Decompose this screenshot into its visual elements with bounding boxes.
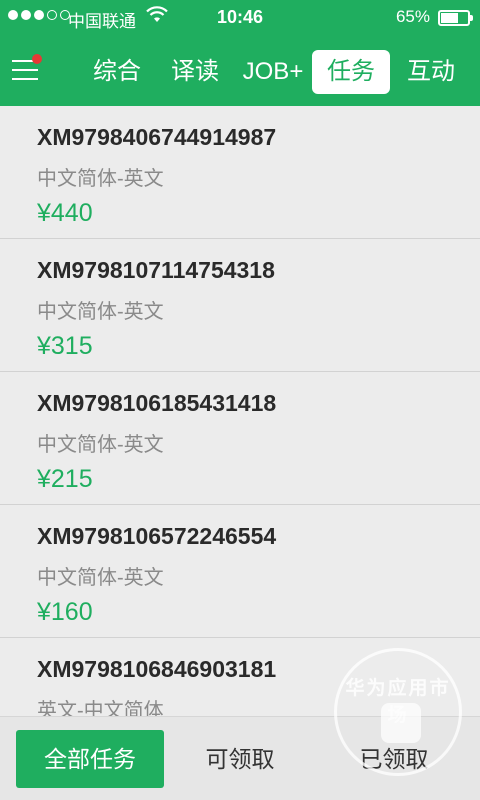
task-price: ¥160: [37, 598, 93, 626]
task-code: XM9798106185431418: [37, 390, 277, 416]
tab-job[interactable]: JOB+: [238, 50, 308, 94]
list-item[interactable]: XM9798106185431418 中文简体-英文 ¥215: [0, 372, 480, 505]
tab-tasks[interactable]: 任务: [312, 50, 390, 94]
task-code: XM9798106572246554: [37, 523, 277, 549]
menu-button[interactable]: [10, 54, 42, 86]
task-price: ¥215: [37, 465, 93, 493]
notification-dot: [32, 54, 42, 64]
battery-percent: 65%: [395, 7, 430, 26]
task-language-pair: 中文简体-英文: [37, 168, 164, 190]
tab-interaction[interactable]: 互动: [398, 50, 464, 94]
task-price: ¥440: [37, 199, 93, 227]
tab-translation[interactable]: 译读: [164, 50, 226, 94]
task-code: XM9798107114754318: [37, 257, 275, 283]
task-language-pair: 中文简体-英文: [37, 434, 164, 456]
tab-general[interactable]: 综合: [86, 50, 148, 94]
task-language-pair: 中文简体-英文: [37, 301, 164, 323]
list-item[interactable]: XM9798106572246554 中文简体-英文 ¥160: [0, 505, 480, 638]
task-price: ¥315: [37, 332, 93, 360]
list-item[interactable]: XM9798107114754318 中文简体-英文 ¥315: [0, 239, 480, 372]
task-code: XM9798406744914987: [37, 124, 277, 150]
task-language-pair: 英文-中文简体: [37, 700, 164, 716]
task-language-pair: 中文简体-英文: [37, 567, 164, 589]
task-list[interactable]: XM9798406744914987 中文简体-英文 ¥440 XM979810…: [0, 106, 480, 716]
battery-icon: [438, 10, 473, 26]
list-item[interactable]: XM9798106846903181 英文-中文简体: [0, 638, 480, 716]
task-code: XM9798106846903181: [37, 656, 277, 682]
available-button[interactable]: 可领取: [172, 730, 308, 788]
bottom-filter-bar: 全部任务 可领取 已领取: [0, 716, 480, 800]
claimed-button[interactable]: 已领取: [324, 730, 464, 788]
all-tasks-button[interactable]: 全部任务: [16, 730, 164, 788]
status-bar: 中国联通 10:46 65%: [0, 0, 480, 36]
top-nav: 综合 译读 JOB+ 任务 互动: [0, 36, 480, 106]
list-item[interactable]: XM9798406744914987 中文简体-英文 ¥440: [0, 106, 480, 239]
